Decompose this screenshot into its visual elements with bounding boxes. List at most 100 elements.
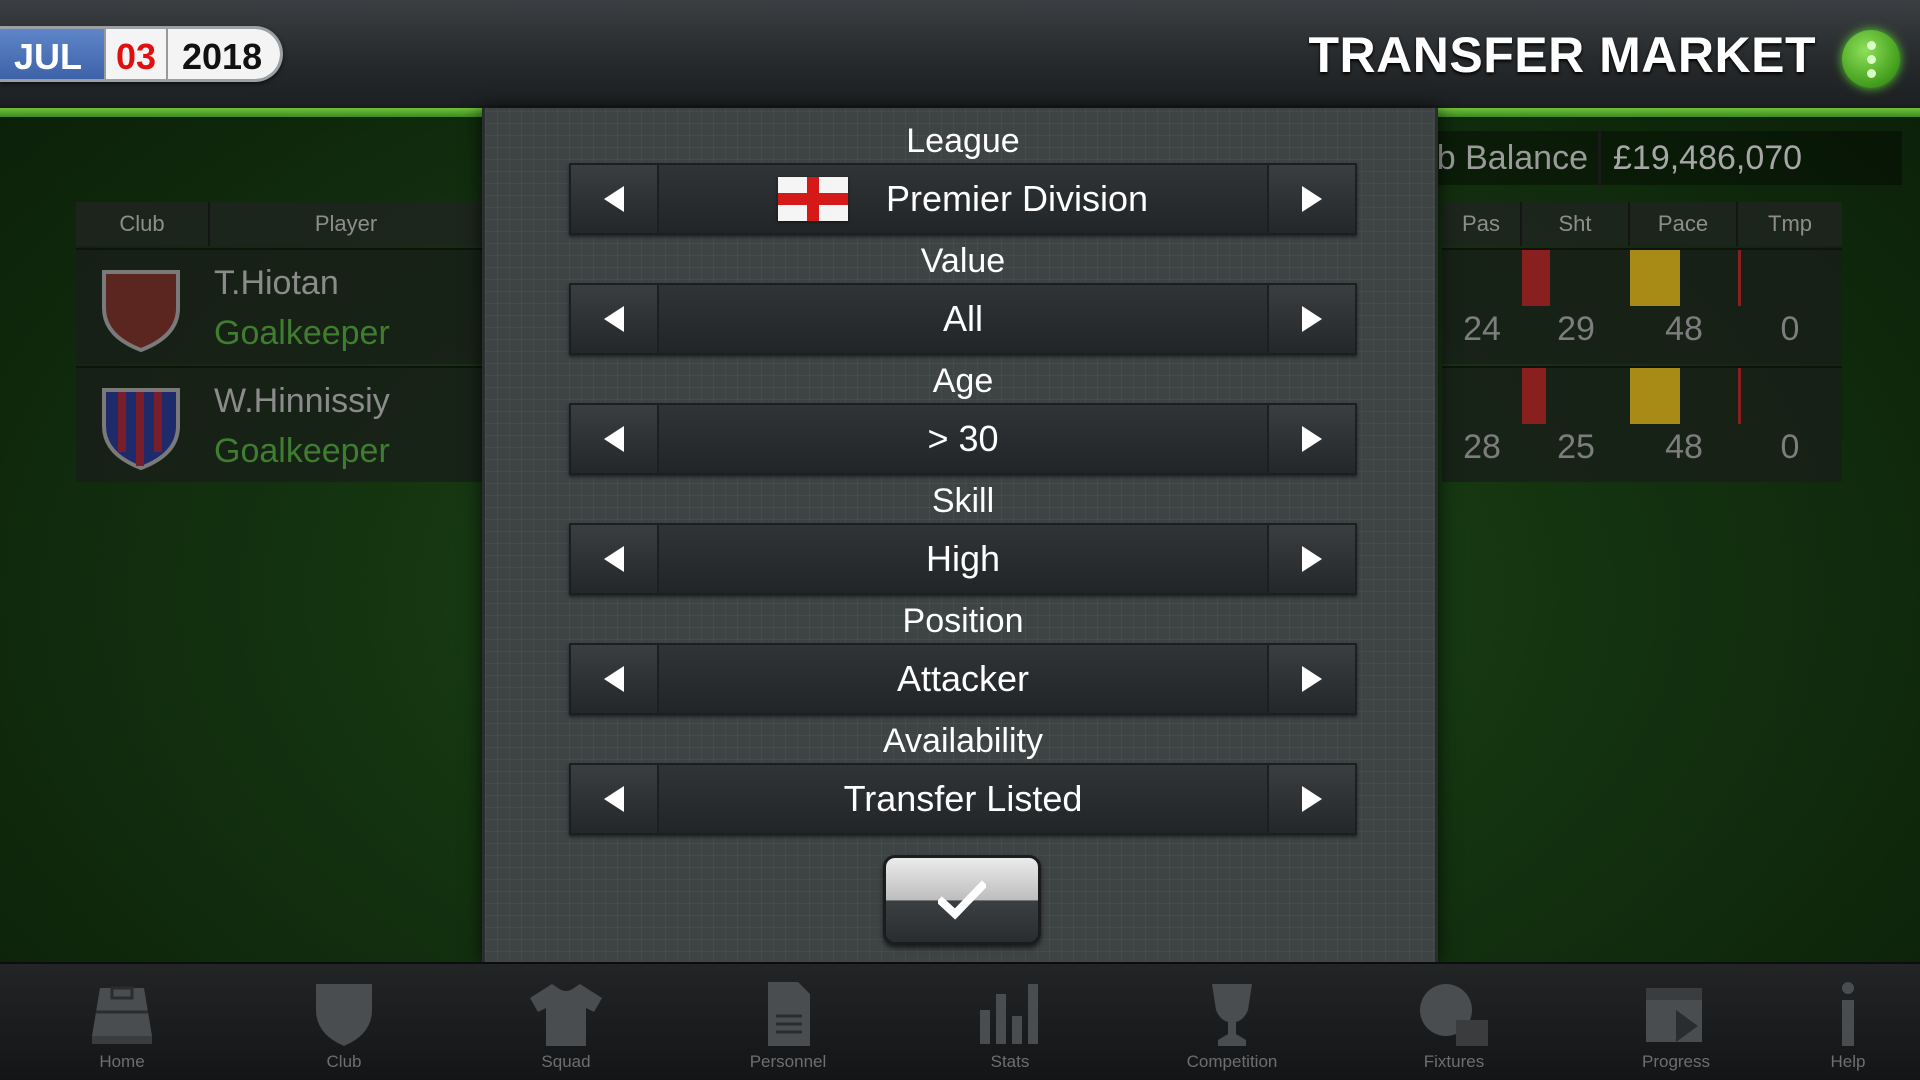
position-selector: Attacker bbox=[569, 643, 1357, 715]
age-prev-button[interactable] bbox=[571, 405, 659, 473]
shield-icon bbox=[316, 984, 372, 1046]
checkmark-icon bbox=[938, 880, 986, 920]
nav-club[interactable]: Club bbox=[233, 964, 455, 1080]
bar-chart-icon bbox=[980, 984, 1038, 1044]
club-crest-icon bbox=[102, 388, 180, 470]
arrow-left-icon bbox=[604, 546, 624, 572]
arrow-left-icon bbox=[604, 426, 624, 452]
stat-bar bbox=[1522, 250, 1550, 306]
column-header-player: Player bbox=[314, 211, 378, 236]
column-header-sht: Sht bbox=[1522, 202, 1630, 246]
nav-progress[interactable]: Progress bbox=[1565, 964, 1787, 1080]
filter-label-position: Position bbox=[902, 602, 1024, 640]
age-value: > 30 bbox=[659, 405, 1267, 473]
arrow-right-icon bbox=[1302, 186, 1322, 212]
filter-dialog: League Premier Division Value All Age > … bbox=[482, 108, 1438, 964]
table-header-right: Pas Sht Pace Tmp bbox=[1442, 202, 1842, 246]
date-year: 2018 bbox=[166, 29, 280, 79]
confirm-button[interactable] bbox=[883, 855, 1041, 945]
stat-bar bbox=[1630, 250, 1680, 306]
table-row[interactable]: W.Hinnissiy Goalkeeper bbox=[76, 366, 482, 482]
nav-stats[interactable]: Stats bbox=[899, 964, 1121, 1080]
filter-label-availability: Availability bbox=[882, 722, 1043, 760]
table-row[interactable]: T.Hiotan Goalkeeper bbox=[76, 248, 482, 364]
table-header-left: Club Player bbox=[76, 202, 482, 246]
skill-prev-button[interactable] bbox=[571, 525, 659, 593]
stat-pace: 48 bbox=[1665, 310, 1703, 348]
availability-selector: Transfer Listed bbox=[569, 763, 1357, 835]
player-position: Goalkeeper bbox=[214, 432, 390, 470]
nav-competition[interactable]: Competition bbox=[1121, 964, 1343, 1080]
age-next-button[interactable] bbox=[1267, 405, 1355, 473]
nav-home[interactable]: Home bbox=[11, 964, 233, 1080]
stat-pas: 24 bbox=[1463, 310, 1501, 348]
position-next-button[interactable] bbox=[1267, 645, 1355, 713]
arrow-right-icon bbox=[1302, 666, 1322, 692]
date-display: JUL 03 2018 bbox=[0, 26, 283, 82]
filter-label-age: Age bbox=[932, 362, 994, 400]
position-prev-button[interactable] bbox=[571, 645, 659, 713]
more-vertical-icon[interactable] bbox=[1842, 30, 1900, 88]
league-prev-button[interactable] bbox=[571, 165, 659, 233]
england-flag-icon bbox=[777, 177, 848, 221]
nav-label: Competition bbox=[1186, 1052, 1278, 1071]
stat-tmp: 0 bbox=[1780, 428, 1800, 466]
league-value-text: Premier Division bbox=[885, 178, 1149, 219]
stat-bar bbox=[1738, 250, 1741, 306]
filter-label-value: Value bbox=[920, 242, 1006, 280]
arrow-left-icon bbox=[604, 306, 624, 332]
stat-pace: 48 bbox=[1665, 428, 1703, 466]
nav-help[interactable]: Help bbox=[1787, 964, 1909, 1080]
skill-selector: High bbox=[569, 523, 1357, 595]
pitch-icon bbox=[92, 986, 152, 1044]
shirt-icon bbox=[530, 984, 602, 1046]
league-selector: Premier Division bbox=[569, 163, 1357, 235]
arrow-right-icon bbox=[1302, 786, 1322, 812]
stats-row: 24 29 48 0 bbox=[1442, 248, 1842, 364]
nav-label: Squad bbox=[541, 1052, 591, 1071]
availability-value: Transfer Listed bbox=[659, 765, 1267, 833]
filter-label-league: League bbox=[906, 122, 1020, 160]
arrow-left-icon bbox=[604, 666, 624, 692]
nav-personnel[interactable]: Personnel bbox=[677, 964, 899, 1080]
arrow-right-icon bbox=[1302, 306, 1322, 332]
date-day: 03 bbox=[104, 29, 166, 79]
league-next-button[interactable] bbox=[1267, 165, 1355, 233]
player-name: T.Hiotan bbox=[214, 264, 339, 302]
nav-label: Fixtures bbox=[1423, 1052, 1485, 1071]
arrow-left-icon bbox=[604, 786, 624, 812]
nav-label: Personnel bbox=[749, 1052, 827, 1071]
column-header-tmp: Tmp bbox=[1768, 211, 1812, 236]
nav-label: Stats bbox=[990, 1052, 1030, 1071]
position-value: Attacker bbox=[659, 645, 1267, 713]
filter-label-skill: Skill bbox=[931, 482, 995, 520]
nav-label: Progress bbox=[1641, 1052, 1711, 1071]
availability-prev-button[interactable] bbox=[571, 765, 659, 833]
info-icon bbox=[1842, 982, 1854, 1046]
nav-label: Club bbox=[326, 1052, 362, 1071]
bottom-nav: Home Club Squad Personnel Stats Competit… bbox=[0, 962, 1920, 1080]
player-position: Goalkeeper bbox=[214, 314, 390, 352]
skill-next-button[interactable] bbox=[1267, 525, 1355, 593]
value-next-button[interactable] bbox=[1267, 285, 1355, 353]
club-balance: b Balance £19,486,070 bbox=[1438, 131, 1902, 185]
nav-label: Help bbox=[1830, 1052, 1866, 1071]
value-prev-button[interactable] bbox=[571, 285, 659, 353]
player-name: W.Hinnissiy bbox=[214, 382, 390, 420]
club-crest-icon bbox=[102, 270, 180, 352]
top-bar: JUL 03 2018 TRANSFER MARKET bbox=[0, 0, 1920, 108]
nav-squad[interactable]: Squad bbox=[455, 964, 677, 1080]
balance-value: £19,486,070 bbox=[1598, 131, 1814, 185]
calendar-forward-icon bbox=[1646, 988, 1702, 1042]
stat-bar bbox=[1522, 368, 1546, 424]
skill-value: High bbox=[659, 525, 1267, 593]
nav-fixtures[interactable]: Fixtures bbox=[1343, 964, 1565, 1080]
availability-next-button[interactable] bbox=[1267, 765, 1355, 833]
arrow-left-icon bbox=[604, 186, 624, 212]
column-header-club: Club bbox=[76, 202, 210, 246]
balance-label: b Balance bbox=[1438, 139, 1588, 177]
age-selector: > 30 bbox=[569, 403, 1357, 475]
trophy-icon bbox=[1212, 984, 1252, 1046]
stats-row: 28 25 48 0 bbox=[1442, 366, 1842, 482]
league-value: Premier Division bbox=[659, 165, 1267, 233]
